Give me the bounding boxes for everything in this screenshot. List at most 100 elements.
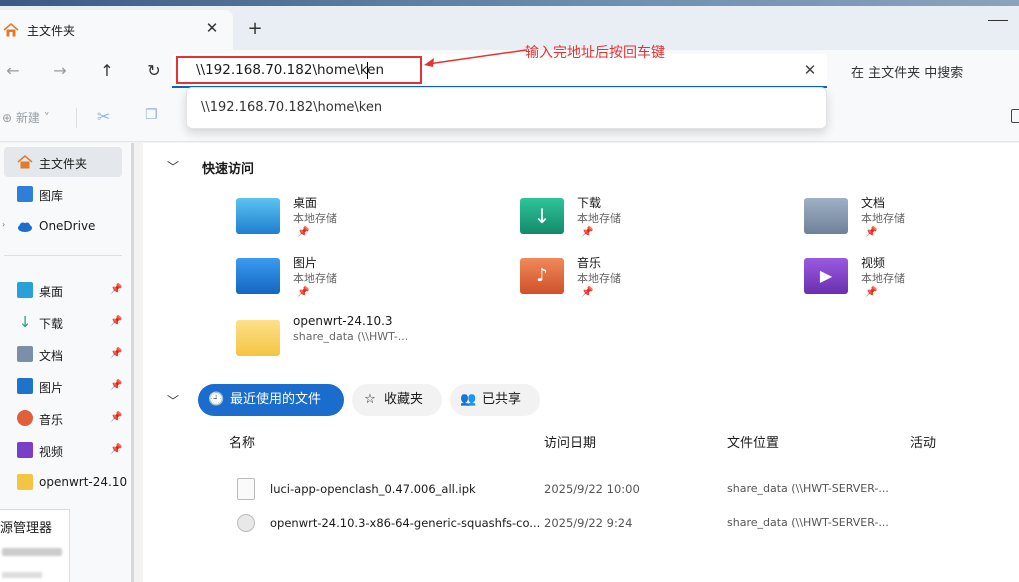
people-icon: 👥 <box>460 392 477 407</box>
new-button[interactable]: ⊕ 新建 ˅ <box>2 109 50 126</box>
cut-icon[interactable]: ✂ <box>97 107 115 126</box>
toolbar-divider <box>76 108 77 128</box>
sidebar-item-label: OneDrive <box>39 219 96 233</box>
video-icon <box>17 442 33 458</box>
pin-icon: 📌 <box>865 287 878 298</box>
item-sub: 本地存储 <box>293 272 337 285</box>
sidebar-item-label: 图片 <box>39 381 64 395</box>
taskbar-preview[interactable]: 源管理器 <box>0 509 70 582</box>
collapse-chevron-icon[interactable]: ﹀ <box>167 158 181 174</box>
table-row[interactable]: luci-app-openclash_0.47.006_all.ipk 2025… <box>233 474 1019 504</box>
refresh-icon[interactable]: ↻ <box>141 58 167 84</box>
column-header-date[interactable]: 访问日期 <box>544 432 596 451</box>
pin-icon[interactable]: 📌 <box>110 348 122 359</box>
quick-access-title: 快速访问 <box>202 162 255 177</box>
pin-icon: 📌 <box>297 227 310 238</box>
quick-access-videos[interactable]: ▶ 视频 本地存储 📌 <box>804 254 1019 304</box>
quick-access-music[interactable]: ♪ 音乐 本地存储 📌 <box>520 254 780 304</box>
home-icon <box>17 155 33 169</box>
tab-home[interactable]: 主文件夹 ✕ <box>0 10 233 50</box>
folder-icon <box>17 474 33 490</box>
sidebar-item-onedrive[interactable]: › OneDrive <box>0 211 124 241</box>
file-name: luci-app-openclash_0.47.006_all.ipk <box>270 482 476 496</box>
clear-icon[interactable]: ✕ <box>800 60 820 80</box>
sidebar-item-openwrt[interactable]: openwrt-24.10 <box>0 467 128 497</box>
video-icon: ▶ <box>804 258 848 294</box>
sidebar-item-music[interactable]: 音乐 📌 <box>0 403 124 433</box>
picture-icon <box>17 378 33 394</box>
quick-access-downloads[interactable]: ↓ 下载 本地存储 📌 <box>520 194 780 244</box>
blurred-text <box>2 572 42 578</box>
item-name: 桌面 <box>293 196 318 210</box>
quick-access-documents[interactable]: 文档 本地存储 📌 <box>804 194 1019 244</box>
item-name: openwrt-24.10.3 <box>293 314 393 328</box>
search-input[interactable]: 在 主文件夹 中搜索 <box>851 62 963 81</box>
quick-access-desktop[interactable]: 桌面 本地存储 📌 <box>236 194 496 244</box>
sidebar-item-gallery[interactable]: 图库 <box>0 179 124 209</box>
sidebar-item-label: openwrt-24.10 <box>39 475 128 489</box>
pin-icon[interactable]: 📌 <box>110 284 122 295</box>
table-row[interactable]: openwrt-24.10.3-x86-64-generic-squashfs-… <box>233 508 1019 538</box>
item-name: 下载 <box>577 196 602 210</box>
item-name: 音乐 <box>577 256 602 270</box>
suggestion-item[interactable]: \\192.168.70.182\home\ken <box>201 100 382 115</box>
item-sub: 本地存储 <box>293 212 337 225</box>
quick-access-pictures[interactable]: 图片 本地存储 📌 <box>236 254 496 304</box>
pin-icon[interactable]: 📌 <box>110 380 122 391</box>
collapse-chevron-icon[interactable]: ﹀ <box>167 392 181 408</box>
file-location: share_data (\\HWT-SERVER-... <box>727 482 889 495</box>
popup-label: 源管理器 <box>0 521 53 536</box>
column-header-activity[interactable]: 活动 <box>910 432 936 451</box>
item-sub: 本地存储 <box>577 272 621 285</box>
pin-icon[interactable]: 📌 <box>110 444 122 455</box>
expand-chevron-icon[interactable]: › <box>2 220 5 229</box>
forward-arrow-icon[interactable]: → <box>47 58 73 84</box>
blurred-text <box>2 548 62 556</box>
disc-image-icon <box>237 514 255 532</box>
pin-icon[interactable]: 📌 <box>110 316 122 327</box>
item-name: 视频 <box>861 256 886 270</box>
up-arrow-icon[interactable]: ↑ <box>94 58 120 84</box>
music-icon: ♪ <box>520 258 564 294</box>
tab-shared[interactable]: 👥 已共享 <box>450 384 540 416</box>
tab-recent-files[interactable]: 🕘 最近使用的文件 <box>198 384 344 416</box>
download-icon: ↓ <box>18 313 32 331</box>
sidebar-divider <box>4 255 122 256</box>
column-header-name[interactable]: 名称 <box>229 432 255 451</box>
quick-access-openwrt[interactable]: openwrt-24.10.3 share_data (\\HWT-... <box>236 314 496 364</box>
sidebar-item-documents[interactable]: 文档 📌 <box>0 339 124 369</box>
item-sub: 本地存储 <box>861 212 905 225</box>
column-header-location[interactable]: 文件位置 <box>727 432 779 451</box>
content-area: ﹀ 快速访问 桌面 本地存储 📌 ↓ 下载 本地存储 📌 文档 本地存储 📌 图… <box>143 143 1019 582</box>
tab-close-icon[interactable]: ✕ <box>202 18 222 38</box>
sidebar-item-pictures[interactable]: 图片 📌 <box>0 371 124 401</box>
details-pane-icon[interactable] <box>1011 109 1019 123</box>
sidebar-item-label: 图库 <box>39 189 64 203</box>
item-sub: share_data (\\HWT-... <box>293 330 409 343</box>
sidebar-item-label: 主文件夹 <box>39 157 88 171</box>
download-icon: ↓ <box>520 198 564 234</box>
address-suggestion-dropdown[interactable]: \\192.168.70.182\home\ken <box>186 87 827 129</box>
sidebar-item-label: 文档 <box>39 349 64 363</box>
sidebar-item-videos[interactable]: 视频 📌 <box>0 435 124 465</box>
sidebar-item-label: 视频 <box>39 445 64 459</box>
sidebar-item-desktop[interactable]: 桌面 📌 <box>0 275 124 305</box>
sidebar-item-home[interactable]: 主文件夹 <box>4 147 122 177</box>
desktop-icon <box>236 198 280 234</box>
tab-bar: 主文件夹 ✕ + <box>0 0 1019 50</box>
desktop-icon <box>17 282 33 298</box>
minimize-button[interactable] <box>988 20 1008 21</box>
tab-favorites[interactable]: ☆ 收藏夹 <box>352 384 442 416</box>
tab-label: 收藏夹 <box>384 392 424 407</box>
sidebar-item-downloads[interactable]: ↓ 下载 📌 <box>0 307 124 337</box>
copy-icon[interactable]: ❐ <box>145 107 163 125</box>
new-tab-button[interactable]: + <box>244 18 266 40</box>
sidebar-scrollbar[interactable] <box>131 143 134 582</box>
tab-title: 主文件夹 <box>27 24 76 38</box>
star-icon: ☆ <box>364 392 376 407</box>
gallery-icon <box>17 186 33 202</box>
pin-icon[interactable]: 📌 <box>110 412 122 423</box>
pin-icon: 📌 <box>297 287 310 298</box>
pin-icon: 📌 <box>581 227 594 238</box>
back-arrow-icon[interactable]: ← <box>0 58 26 84</box>
